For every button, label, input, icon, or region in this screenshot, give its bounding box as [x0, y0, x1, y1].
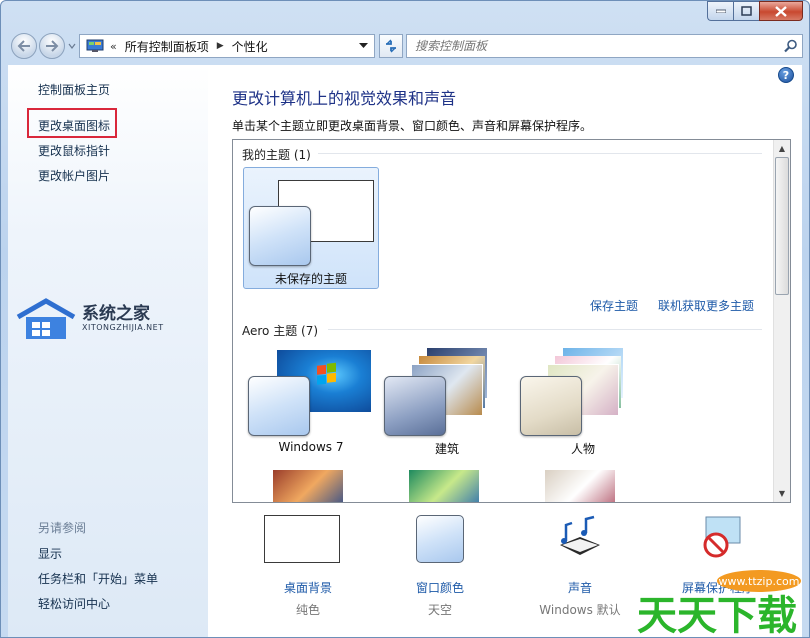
watermark-logo: 系统之家 XITONGZHIJIA.NET — [14, 297, 194, 347]
save-theme-link[interactable]: 保存主题 — [590, 297, 638, 314]
screen-saver-icon — [703, 516, 741, 558]
breadcrumb-all-items[interactable]: 所有控制面板项 — [125, 38, 209, 55]
minimize-button[interactable] — [707, 1, 733, 21]
maximize-icon — [741, 6, 752, 16]
window-frame: « 所有控制面板项 ▶ 个性化 控制面板主页 更改桌面图标 更改鼠标指针 更改帐… — [0, 0, 810, 638]
control-panel-icon — [86, 39, 104, 52]
page-title: 更改计算机上的视觉效果和声音 — [232, 89, 457, 108]
desktop-background-button[interactable]: 桌面背景 纯色 — [248, 511, 368, 617]
window-color-swatch — [416, 515, 464, 563]
theme-windows-7[interactable]: Windows 7 — [243, 338, 379, 460]
theme-label: 人物 — [570, 442, 595, 456]
see-also-taskbar-start-menu[interactable]: 任务栏和「开始」菜单 — [38, 570, 158, 587]
watermark-title: 系统之家 — [82, 304, 150, 324]
refresh-icon — [386, 39, 396, 53]
search-icon[interactable] — [780, 36, 802, 56]
scroll-thumb[interactable] — [775, 157, 789, 295]
search-input[interactable] — [415, 39, 780, 53]
theme-color-swatch — [248, 376, 310, 436]
see-also-heading: 另请参阅 — [38, 521, 87, 535]
group-divider — [328, 329, 762, 330]
minimize-icon — [715, 9, 726, 13]
sidebar: 控制面板主页 更改桌面图标 更改鼠标指针 更改帐户图片 系统之家 XITONGZ… — [8, 65, 208, 637]
watermark-url: XITONGZHIJIA.NET — [82, 323, 164, 332]
vertical-scrollbar[interactable]: ▲ ▼ — [773, 140, 790, 502]
forward-button[interactable] — [39, 33, 65, 59]
window-color-button[interactable]: 窗口颜色 天空 — [380, 511, 500, 617]
get-more-themes-link[interactable]: 联机获取更多主题 — [658, 297, 754, 314]
theme-partial-preview[interactable] — [273, 470, 343, 502]
sidebar-link-change-account-picture[interactable]: 更改帐户图片 — [38, 167, 110, 184]
desktop-background-preview — [264, 515, 340, 563]
search-box[interactable] — [406, 34, 803, 58]
scroll-up-icon[interactable]: ▲ — [774, 140, 790, 157]
theme-color-swatch — [384, 376, 446, 436]
brand-watermark: www.ttzip.com 天天下载 — [629, 565, 809, 638]
breadcrumb-overflow-icon[interactable]: « — [110, 40, 117, 53]
theme-label: 建筑 — [434, 442, 459, 456]
see-also-display[interactable]: 显示 — [38, 545, 62, 562]
brand-url: www.ttzip.com — [719, 575, 800, 588]
sidebar-link-change-mouse-pointers[interactable]: 更改鼠标指针 — [38, 142, 110, 159]
brand-text: 天天下载 — [637, 593, 797, 637]
page-subtitle: 单击某个主题立即更改桌面背景、窗口颜色、声音和屏幕保护程序。 — [232, 119, 593, 133]
main-content: ? 更改计算机上的视觉效果和声音 单击某个主题立即更改桌面背景、窗口颜色、声音和… — [208, 65, 802, 637]
sounds-label[interactable]: 声音 — [520, 579, 640, 596]
maximize-button[interactable] — [733, 1, 759, 21]
theme-color-swatch — [249, 206, 311, 266]
close-button[interactable] — [759, 1, 803, 21]
theme-partial-preview[interactable] — [409, 470, 479, 502]
theme-color-swatch — [520, 376, 582, 436]
sidebar-link-change-desktop-icons[interactable]: 更改桌面图标 — [38, 117, 110, 134]
theme-label: Windows 7 — [278, 440, 344, 454]
address-dropdown-icon[interactable] — [359, 43, 368, 49]
theme-characters[interactable]: 人物 — [515, 338, 651, 460]
sounds-icon — [560, 515, 600, 555]
sidebar-link-control-panel-home[interactable]: 控制面板主页 — [38, 81, 110, 98]
arrow-right-icon — [46, 40, 59, 52]
theme-partial-preview[interactable] — [545, 470, 615, 502]
theme-unsaved[interactable]: 未保存的主题 — [243, 167, 379, 289]
breadcrumb-separator-icon[interactable]: ▶ — [217, 41, 224, 51]
my-themes-heading: 我的主题 (1) — [242, 148, 311, 162]
navigation-bar: « 所有控制面板项 ▶ 个性化 — [9, 31, 803, 61]
arrow-left-icon — [17, 40, 30, 52]
see-also-ease-of-access[interactable]: 轻松访问中心 — [38, 595, 110, 612]
sounds-button[interactable]: 声音 Windows 默认 — [520, 511, 640, 617]
back-button[interactable] — [11, 33, 37, 59]
group-divider — [318, 153, 762, 154]
desktop-background-value: 纯色 — [295, 603, 320, 617]
brand-logo-icon: www.ttzip.com 天天下载 — [637, 570, 801, 638]
sounds-value: Windows 默认 — [539, 603, 621, 617]
watermark-house-icon — [16, 298, 76, 339]
theme-label: 未保存的主题 — [274, 272, 347, 286]
window-color-label[interactable]: 窗口颜色 — [380, 579, 500, 596]
recent-pages-dropdown-icon[interactable] — [67, 41, 77, 51]
scroll-down-icon[interactable]: ▼ — [774, 485, 790, 502]
theme-architecture[interactable]: 建筑 — [379, 338, 515, 460]
client-area: 控制面板主页 更改桌面图标 更改鼠标指针 更改帐户图片 系统之家 XITONGZ… — [8, 65, 802, 637]
address-bar[interactable]: « 所有控制面板项 ▶ 个性化 — [79, 34, 375, 58]
theme-list: 我的主题 (1) 未保存的主题 保存主题 联机获取更多主题 Aero 主题 (7… — [232, 139, 791, 503]
help-icon[interactable]: ? — [778, 67, 794, 83]
caption-buttons — [707, 1, 803, 21]
desktop-background-label[interactable]: 桌面背景 — [248, 579, 368, 596]
close-icon — [775, 5, 787, 17]
breadcrumb-personalization[interactable]: 个性化 — [232, 38, 268, 55]
refresh-button[interactable] — [379, 34, 403, 58]
aero-themes-heading: Aero 主题 (7) — [242, 324, 319, 338]
window-color-value: 天空 — [427, 603, 452, 617]
